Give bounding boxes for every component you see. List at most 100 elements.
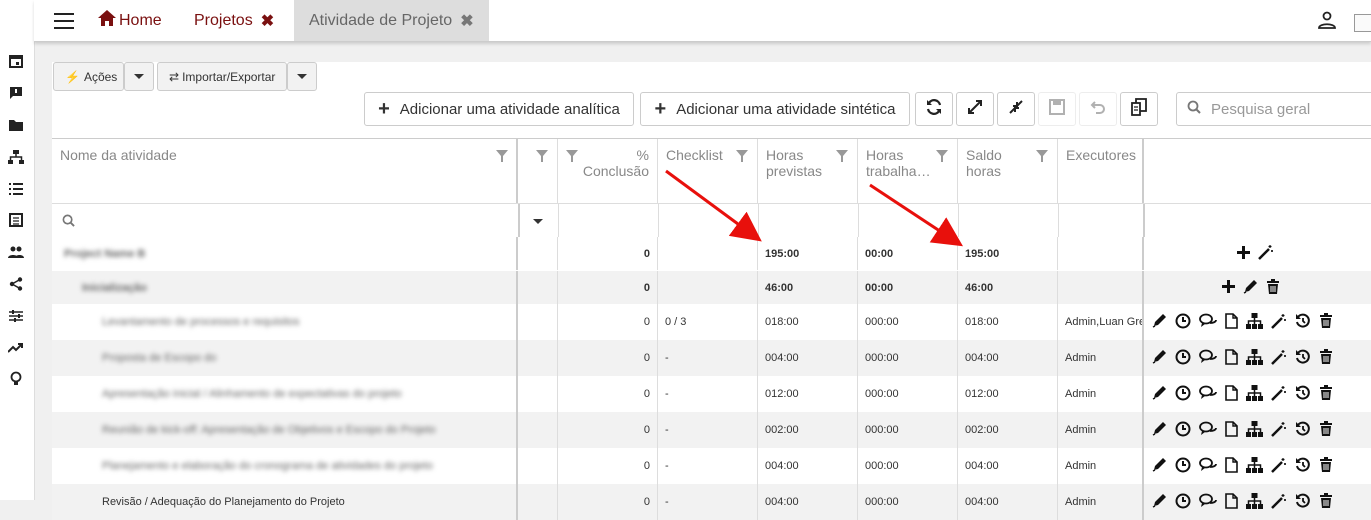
hierarchy-icon[interactable] xyxy=(1246,312,1263,332)
trash-icon[interactable] xyxy=(1319,493,1333,511)
search-box[interactable]: Pesquisa geral xyxy=(1176,92,1371,126)
menu-icon[interactable] xyxy=(54,13,74,29)
col-header-horas-previstas[interactable]: Horas previstas xyxy=(758,139,858,203)
sliders-icon[interactable] xyxy=(7,307,25,325)
add-icon[interactable] xyxy=(1222,279,1235,296)
filter-icon[interactable] xyxy=(836,149,848,165)
pencil-icon[interactable] xyxy=(1152,313,1167,331)
col-header-blank[interactable] xyxy=(518,139,558,203)
pencil-icon[interactable] xyxy=(1152,385,1167,403)
hierarchy-icon[interactable] xyxy=(1246,420,1263,440)
importar-exportar-button[interactable]: ⇄ Importar/Exportar xyxy=(157,62,287,91)
hierarchy-icon[interactable] xyxy=(7,148,25,166)
list-icon[interactable] xyxy=(7,180,25,198)
hierarchy-icon[interactable] xyxy=(1246,492,1263,512)
magic-wand-icon[interactable] xyxy=(1271,493,1287,512)
table-row[interactable]: Apresentação inicial / Alinhamento de ex… xyxy=(52,376,1371,412)
magic-wand-icon[interactable] xyxy=(1271,457,1287,476)
document-icon[interactable] xyxy=(1225,456,1238,476)
add-sintetica-button[interactable]: + Adicionar uma atividade sintética xyxy=(640,92,910,126)
acoes-button[interactable]: ⚡ Ações xyxy=(53,62,124,91)
col-header-nome[interactable]: Nome da atividade xyxy=(52,139,518,203)
undo-button[interactable] xyxy=(1079,92,1117,126)
magic-wand-icon[interactable] xyxy=(1258,244,1274,263)
lightbulb-icon[interactable] xyxy=(7,370,25,388)
history-icon[interactable] xyxy=(1295,385,1311,404)
trash-icon[interactable] xyxy=(1266,278,1280,297)
folder-icon[interactable] xyxy=(7,116,25,134)
clock-icon[interactable] xyxy=(1175,457,1191,476)
comments-icon[interactable] xyxy=(1199,385,1217,403)
trash-icon[interactable] xyxy=(1319,385,1333,403)
columns-button[interactable] xyxy=(1120,92,1158,126)
close-tab-icon[interactable]: ✖ xyxy=(261,11,274,31)
hierarchy-icon[interactable] xyxy=(1246,348,1263,368)
pencil-icon[interactable] xyxy=(1152,457,1167,475)
acoes-dropdown-button[interactable] xyxy=(124,62,154,91)
comments-icon[interactable] xyxy=(1199,493,1217,511)
comments-icon[interactable] xyxy=(1199,457,1217,475)
user-icon[interactable] xyxy=(1318,11,1336,34)
filter-icon[interactable] xyxy=(536,149,548,165)
pencil-icon[interactable] xyxy=(1243,279,1258,297)
trash-icon[interactable] xyxy=(1319,313,1333,331)
history-icon[interactable] xyxy=(1295,493,1311,512)
table-row[interactable]: Reunião de kick-off: Apresentação de Obj… xyxy=(52,412,1371,448)
col-header-conclusao[interactable]: % Conclusão xyxy=(558,139,658,203)
filter-icon[interactable] xyxy=(1036,149,1048,165)
hierarchy-icon[interactable] xyxy=(1246,456,1263,476)
clock-icon[interactable] xyxy=(1175,313,1191,332)
magic-wand-icon[interactable] xyxy=(1271,349,1287,368)
refresh-button[interactable] xyxy=(915,92,953,126)
pencil-icon[interactable] xyxy=(1152,349,1167,367)
share-icon[interactable] xyxy=(7,275,25,293)
trash-icon[interactable] xyxy=(1319,457,1333,475)
pencil-icon[interactable] xyxy=(1152,493,1167,511)
name-filter-input[interactable] xyxy=(52,204,520,238)
filter-icon[interactable] xyxy=(936,149,948,165)
document-icon[interactable] xyxy=(1225,420,1238,440)
tab-atividade-de-projeto[interactable]: Atividade de Projeto ✖ xyxy=(294,0,489,41)
table-row[interactable]: Project Name B 0 195:00 00:00 195:00 xyxy=(52,237,1371,270)
add-analitica-button[interactable]: + Adicionar uma atividade analítica xyxy=(364,92,634,126)
importar-dropdown-button[interactable] xyxy=(287,62,317,91)
collapse-button[interactable] xyxy=(997,92,1035,126)
document-icon[interactable] xyxy=(1225,384,1238,404)
expand-button[interactable] xyxy=(956,92,994,126)
trash-icon[interactable] xyxy=(1319,349,1333,367)
people-icon[interactable] xyxy=(7,243,25,261)
col-header-saldo[interactable]: Saldo horas xyxy=(958,139,1058,203)
clock-icon[interactable] xyxy=(1175,349,1191,368)
filter-icon[interactable] xyxy=(566,149,578,165)
filter-icon[interactable] xyxy=(496,149,508,165)
feedback-icon[interactable] xyxy=(7,84,25,102)
comments-icon[interactable] xyxy=(1199,349,1217,367)
table-row[interactable]: Levantamento de processos e requisitos 0 0… xyxy=(52,304,1371,340)
tab-projetos[interactable]: Projetos ✖ xyxy=(194,0,274,41)
col-header-checklist[interactable]: Checklist xyxy=(658,139,758,203)
hierarchy-icon[interactable] xyxy=(1246,384,1263,404)
magic-wand-icon[interactable] xyxy=(1271,421,1287,440)
add-icon[interactable] xyxy=(1237,245,1250,262)
pencil-icon[interactable] xyxy=(1152,421,1167,439)
magic-wand-icon[interactable] xyxy=(1271,385,1287,404)
calendar-icon[interactable] xyxy=(7,52,25,70)
trending-icon[interactable] xyxy=(7,339,25,357)
tab-home[interactable]: Home xyxy=(98,0,162,41)
history-icon[interactable] xyxy=(1295,313,1311,332)
history-icon[interactable] xyxy=(1295,457,1311,476)
comments-icon[interactable] xyxy=(1199,313,1217,331)
document-icon[interactable] xyxy=(1225,312,1238,332)
col-header-horas-trabalhadas[interactable]: Horas trabalha… xyxy=(858,139,958,203)
comments-icon[interactable] xyxy=(1199,421,1217,439)
filter-icon[interactable] xyxy=(736,149,748,165)
trash-icon[interactable] xyxy=(1319,421,1333,439)
document-icon[interactable] xyxy=(1225,348,1238,368)
document-icon[interactable] xyxy=(1225,492,1238,512)
table-row[interactable]: Proposta de Escopo do 0 - 004:00 000:00 004:0… xyxy=(52,340,1371,376)
clock-icon[interactable] xyxy=(1175,385,1191,404)
table-icon[interactable] xyxy=(7,211,25,229)
clock-icon[interactable] xyxy=(1175,421,1191,440)
save-button[interactable] xyxy=(1038,92,1076,126)
col-header-executores[interactable]: Executores xyxy=(1058,139,1144,203)
